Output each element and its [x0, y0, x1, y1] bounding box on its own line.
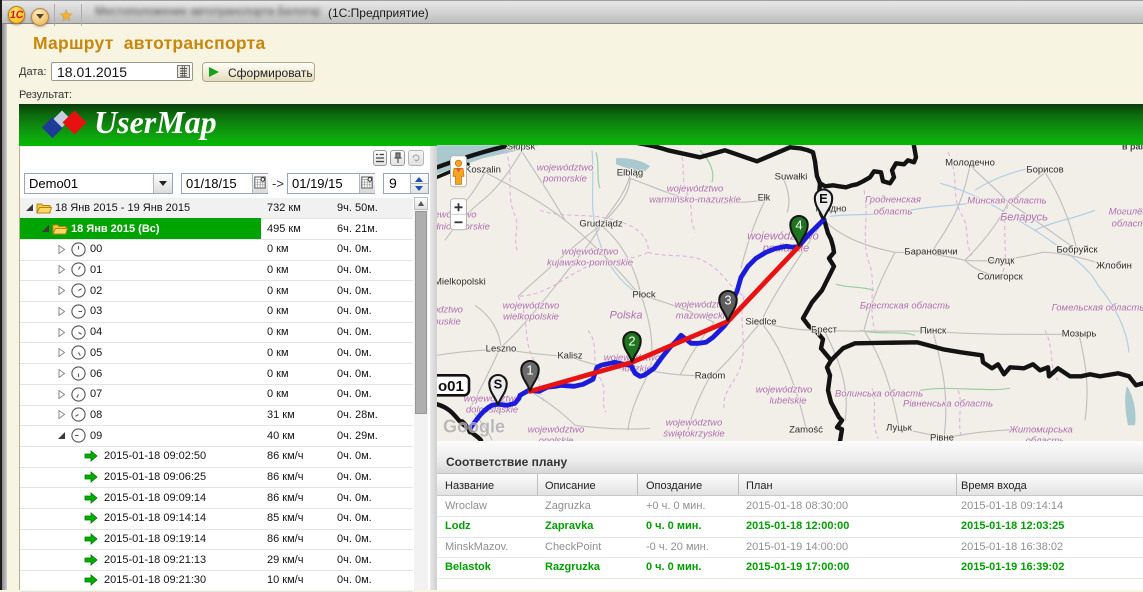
svg-text:Słupsk: Słupsk — [507, 145, 536, 152]
svg-text:Radom: Radom — [695, 370, 726, 381]
svg-text:Пинск: Пинск — [920, 325, 947, 336]
svg-text:Молодечно: Молодечно — [945, 157, 995, 168]
svg-text:Рівненська область: Рівненська область — [903, 398, 993, 409]
svg-text:mazowieckie: mazowieckie — [676, 310, 730, 321]
svg-text:Siedlce: Siedlce — [745, 316, 776, 327]
svg-text:Гомельская область: Гомельская область — [1052, 302, 1143, 313]
svg-text:wielkopolskie: wielkopolskie — [503, 311, 559, 322]
svg-text:E: E — [819, 190, 828, 205]
svg-text:województwo: województwo — [537, 162, 594, 173]
svg-text:в раі: в раі — [1122, 145, 1143, 151]
svg-text:Солигорск: Солигорск — [977, 271, 1023, 282]
svg-text:województwo: województwo — [666, 417, 723, 428]
svg-text:województwo: województwo — [562, 246, 619, 257]
svg-text:o01: o01 — [438, 377, 464, 394]
svg-text:4: 4 — [795, 217, 802, 232]
svg-text:lubelskie: lubelskie — [770, 395, 807, 406]
svg-text:wództwo: wództwo — [437, 304, 463, 315]
svg-text:Бобруйск: Бобруйск — [1056, 244, 1098, 255]
svg-text:3: 3 — [724, 292, 731, 307]
svg-text:województwo: województwo — [756, 384, 813, 395]
svg-text:Polska: Polska — [609, 309, 642, 321]
svg-text:Барановичи: Барановичи — [904, 246, 957, 257]
svg-text:Беларусь: Беларусь — [1000, 211, 1048, 223]
svg-text:ubuskie: ubuskie — [437, 316, 461, 327]
svg-text:Google: Google — [443, 416, 505, 436]
svg-text:Луцьк: Луцьк — [886, 422, 912, 433]
svg-text:województwo: województwo — [503, 300, 560, 311]
svg-text:Рівне: Рівне — [930, 432, 954, 441]
svg-text:Гродненская: Гродненская — [865, 194, 921, 205]
svg-text:область: область — [874, 206, 913, 217]
svg-text:świętokrzyskie: świętokrzyskie — [663, 428, 724, 439]
svg-text:Kalisz: Kalisz — [557, 350, 583, 361]
svg-text:Ełk: Ełk — [758, 192, 771, 202]
svg-text:województwo: województwo — [667, 183, 724, 194]
svg-text:kujawsko-pomorskie: kujawsko-pomorskie — [547, 257, 633, 268]
svg-text:Мозырь: Мозырь — [1062, 328, 1097, 339]
svg-text:Elbląg: Elbląg — [617, 167, 643, 178]
svg-text:Płock: Płock — [632, 289, 655, 300]
svg-text:Mielkopolski: Mielkopolski — [437, 276, 486, 287]
svg-text:Борисов: Борисов — [1026, 164, 1063, 175]
svg-text:Zamość: Zamość — [789, 424, 823, 435]
svg-text:S: S — [494, 376, 503, 391]
svg-text:Минская область: Минская область — [967, 195, 1046, 206]
svg-text:pomorskie: pomorskie — [542, 173, 587, 184]
svg-text:Брестская область: Брестская область — [860, 300, 950, 311]
svg-text:область: область — [1112, 218, 1143, 229]
svg-text:Житомирська: Житомирська — [1008, 424, 1073, 435]
svg-text:warmińsko-mazurskie: warmińsko-mazurskie — [649, 194, 741, 205]
svg-text:Suwałki: Suwałki — [775, 171, 808, 182]
svg-text:Брест: Брест — [811, 324, 838, 335]
svg-text:Жлобин: Жлобин — [1096, 260, 1132, 271]
svg-text:Слуцк: Слуцк — [988, 255, 1016, 266]
svg-text:2: 2 — [628, 333, 635, 348]
svg-text:Могилёв: Могилёв — [1109, 206, 1143, 217]
svg-text:Grudziądz: Grudziądz — [579, 218, 623, 229]
svg-text:1: 1 — [526, 362, 533, 377]
svg-text:województwo: województwo — [528, 424, 585, 435]
svg-text:Leszno: Leszno — [486, 343, 517, 354]
svg-text:Koszalin: Koszalin — [465, 164, 501, 175]
